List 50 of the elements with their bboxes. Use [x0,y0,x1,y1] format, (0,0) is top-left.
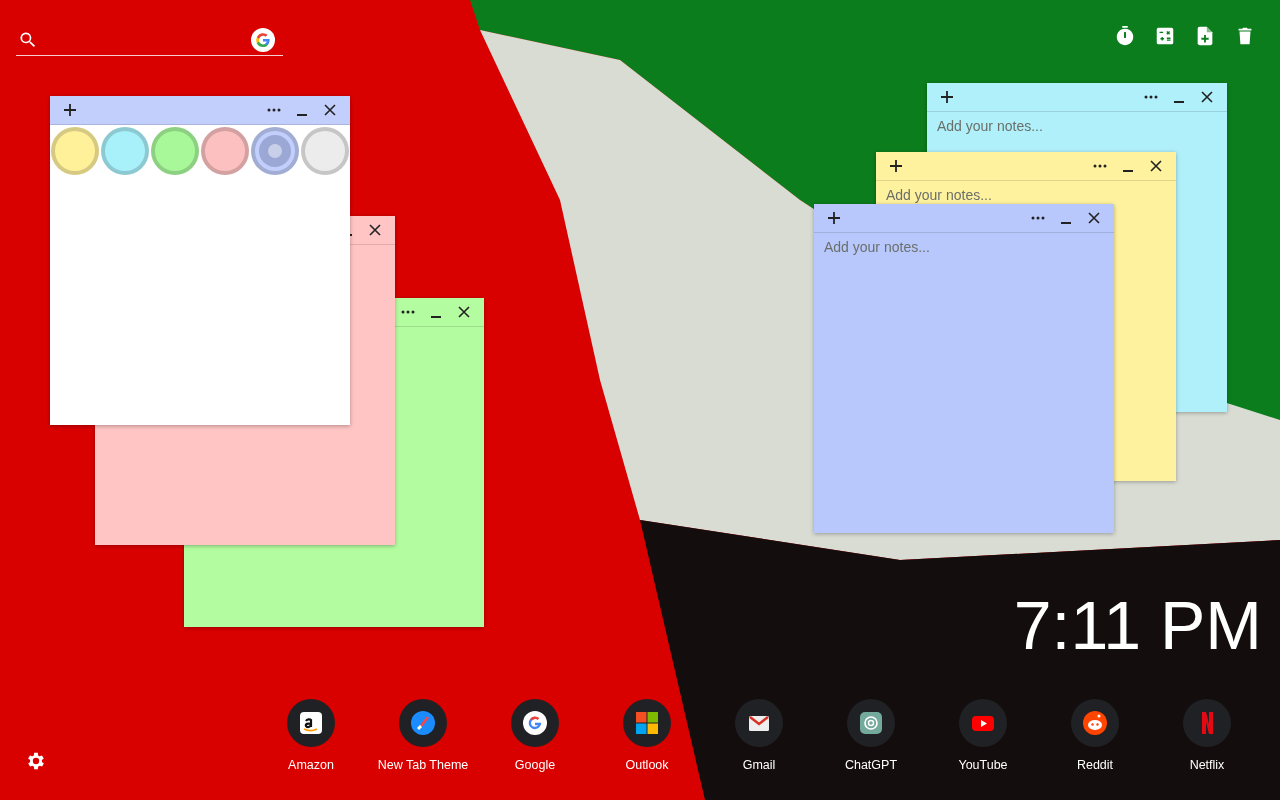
plus-icon [941,91,953,103]
more-icon [1144,95,1158,99]
notes-field[interactable]: Add your notes... [886,187,1086,204]
letter-n-icon [1183,699,1231,747]
minimize-icon [1061,222,1071,224]
shortcut-link[interactable]: Outlook [591,699,703,772]
plus-icon [890,160,902,172]
minimize-icon [431,316,441,318]
brush-icon [399,699,447,747]
color-swatch[interactable] [201,127,249,175]
minimize-icon [1174,101,1184,103]
letter-a-icon [287,699,335,747]
google-icon [511,699,559,747]
more-icon [1093,164,1107,168]
more-icon [1031,216,1045,220]
more-icon [401,310,415,314]
close-icon [1088,212,1100,224]
windows-icon [623,699,671,747]
shortcut-link[interactable]: Gmail [703,699,815,772]
shortcut-link[interactable]: YouTube [927,699,1039,772]
notes-field[interactable]: Add your notes... [937,118,1137,135]
shortcut-link[interactable]: Netflix [1151,699,1263,772]
shortcut-link[interactable]: New Tab Theme [367,699,479,772]
minimize-icon [1123,170,1133,172]
color-swatch[interactable] [251,127,299,175]
close-icon [458,306,470,318]
settings-icon[interactable] [25,750,47,772]
shortcut-link[interactable]: Reddit [1039,699,1151,772]
google-icon[interactable] [251,27,275,52]
color-swatch[interactable] [101,127,149,175]
plus-icon [64,104,76,116]
close-icon [1150,160,1162,172]
more-icon [267,108,281,112]
shortcut-link[interactable]: ChatGPT [815,699,927,772]
timer-icon[interactable] [1114,25,1136,47]
mail-icon [735,699,783,747]
color-swatch[interactable] [301,127,349,175]
shortcut-link[interactable]: Amazon [255,699,367,772]
close-icon [1201,91,1213,103]
notes-field[interactable]: Add your notes... [824,239,1024,256]
plus-icon [828,212,840,224]
shortcut-link[interactable]: Google [479,699,591,772]
color-swatch[interactable] [151,127,199,175]
alien-face-icon [1071,699,1119,747]
play-icon [959,699,1007,747]
close-icon [369,224,381,236]
clock-time: 7:11 PM [1013,591,1263,659]
minimize-icon [297,114,307,116]
close-icon [324,104,336,116]
color-swatch[interactable] [51,127,99,175]
